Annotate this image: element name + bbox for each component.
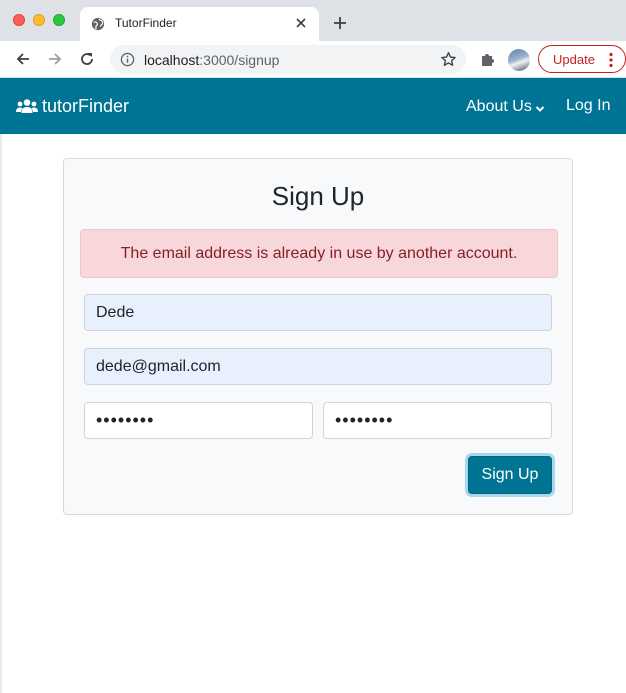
browser-tab-strip: TutorFinder [0, 0, 626, 41]
globe-icon [91, 17, 105, 31]
tab-title: TutorFinder [115, 16, 177, 30]
page-title: Sign Up [271, 181, 365, 211]
extensions-puzzle-icon[interactable] [479, 50, 497, 68]
confirm-password-field[interactable] [323, 402, 552, 439]
email-field[interactable] [84, 348, 552, 385]
brand-link[interactable]: tutorFinder [16, 95, 129, 117]
password-field[interactable] [84, 402, 313, 439]
signup-card: Sign Up The email address is already in … [63, 158, 573, 515]
login-link[interactable]: Log In [566, 97, 610, 115]
about-us-label: About Us [466, 98, 532, 115]
error-alert-text: The email address is already in use by a… [120, 245, 518, 262]
minimize-window-button[interactable] [33, 14, 45, 26]
more-vert-icon[interactable] [609, 52, 613, 68]
info-icon[interactable] [120, 52, 135, 67]
name-field[interactable] [84, 294, 552, 331]
browser-toolbar: localhost:3000/signup Update [0, 41, 626, 78]
sign-up-button[interactable]: Sign Up [468, 456, 552, 494]
about-us-dropdown[interactable]: About Us [466, 97, 545, 117]
profile-avatar[interactable] [508, 49, 530, 71]
app-navbar: tutorFinder About Us Log In [0, 78, 626, 134]
users-icon [16, 99, 38, 113]
address-bar[interactable]: localhost:3000/signup [110, 45, 466, 74]
browser-tab[interactable]: TutorFinder [80, 7, 319, 41]
url-host: localhost [144, 52, 200, 68]
error-alert: The email address is already in use by a… [80, 229, 558, 278]
brand-text: tutorFinder [42, 95, 130, 116]
close-tab-icon[interactable] [293, 15, 309, 31]
maximize-window-button[interactable] [53, 14, 65, 26]
url-path: :3000/signup [199, 52, 280, 68]
page-edge [0, 134, 2, 693]
url-text: localhost:3000/signup [144, 52, 279, 68]
bookmark-star-icon[interactable] [440, 51, 457, 68]
new-tab-plus-icon[interactable] [332, 15, 348, 31]
update-button[interactable]: Update [538, 45, 626, 73]
chevron-down-icon [535, 105, 545, 112]
close-window-button[interactable] [13, 14, 25, 26]
reload-icon[interactable] [78, 50, 96, 68]
forward-arrow-icon[interactable] [46, 50, 64, 68]
update-label: Update [553, 52, 595, 67]
back-arrow-icon[interactable] [14, 50, 32, 68]
